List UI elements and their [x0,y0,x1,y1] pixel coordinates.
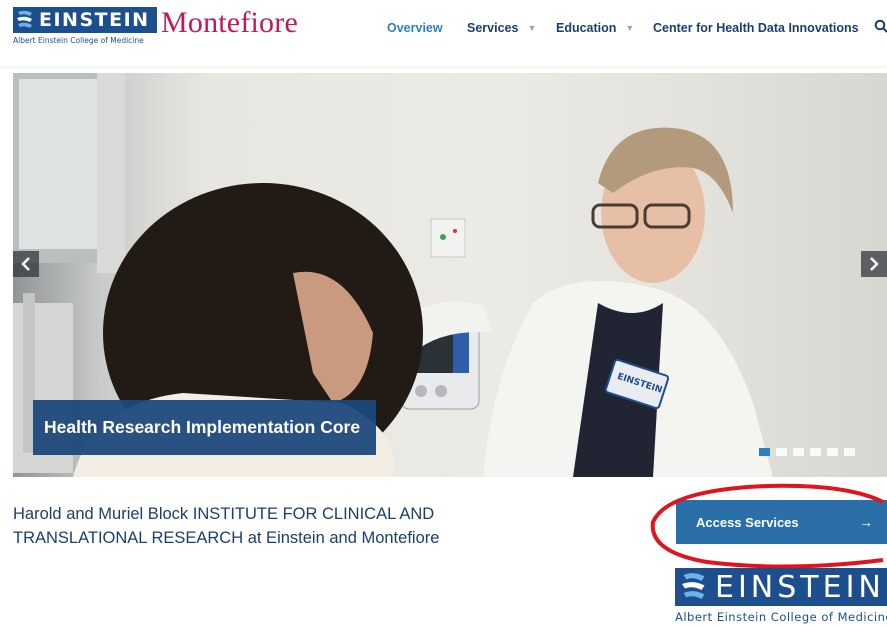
nav-overview[interactable]: Overview [387,21,443,35]
carousel-next-button[interactable] [861,251,887,277]
einstein-emblem-icon [682,573,705,599]
hero-carousel: EINSTEIN Health Research Implementation … [13,73,887,477]
einstein-logo-name: EINSTEIN [39,9,150,31]
site-header: EINSTEIN Albert Einstein College of Medi… [0,0,887,66]
carousel-dot[interactable] [776,448,787,456]
nav-education[interactable]: Education ▼ [556,21,634,35]
chevron-left-icon [21,257,30,271]
footer-logo-name: EINSTEIN [715,569,885,605]
carousel-prev-button[interactable] [13,251,39,277]
einstein-logo-tagline: Albert Einstein College of Medicine [13,36,144,45]
chevron-down-icon: ▼ [527,23,537,33]
carousel-dot[interactable] [793,448,804,456]
access-services-button[interactable]: Access Services → [676,500,887,544]
hero-caption[interactable]: Health Research Implementation Core [33,400,376,455]
search-icon[interactable] [874,19,887,33]
access-services-label: Access Services [696,514,799,530]
einstein-footer-logo[interactable]: EINSTEIN Albert Einstein College of Medi… [673,568,887,626]
nav-center-for-health-data-innovations[interactable]: Center for Health Data Innovations [653,21,859,35]
institute-title: Harold and Muriel Block INSTITUTE FOR CL… [13,505,440,547]
chevron-down-icon: ▼ [625,23,635,33]
carousel-dot[interactable] [844,448,855,456]
carousel-dot[interactable] [810,448,821,456]
nav-services[interactable]: Services ▼ [467,21,536,35]
einstein-emblem-icon [17,10,32,28]
chevron-right-icon [870,257,879,271]
einstein-logo[interactable]: EINSTEIN Albert Einstein College of Medi… [13,7,157,45]
carousel-dot[interactable] [759,448,770,456]
carousel-dot[interactable] [827,448,838,456]
montefiore-logo[interactable]: Montefiore [161,6,298,40]
carousel-indicators [759,448,855,456]
arrow-right-icon: → [859,514,873,530]
footer-logo-tagline: Albert Einstein College of Medicine [675,610,887,624]
